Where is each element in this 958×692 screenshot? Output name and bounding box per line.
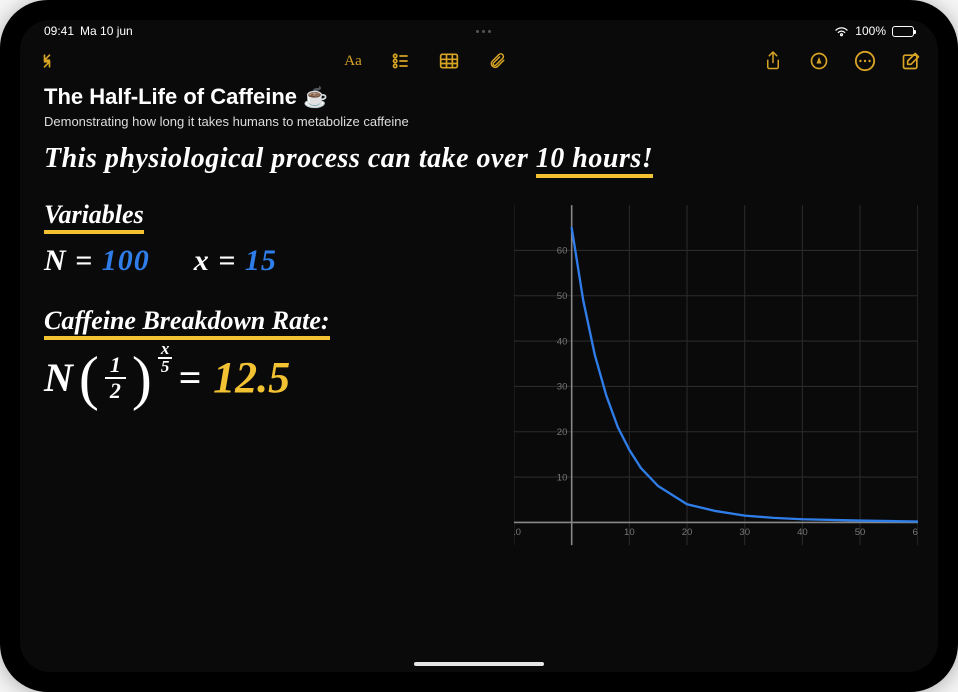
svg-text:40: 40 bbox=[557, 337, 568, 348]
frac-num: 1 bbox=[105, 354, 126, 379]
equals: = bbox=[178, 354, 201, 401]
svg-text:20: 20 bbox=[557, 427, 568, 438]
dot-icon bbox=[476, 30, 479, 33]
variables-label: Variables bbox=[44, 200, 144, 234]
note-title-text: The Half-Life of Caffeine bbox=[44, 84, 297, 110]
variables-row: N = 100 x = 15 bbox=[44, 244, 490, 278]
svg-text:10: 10 bbox=[557, 473, 568, 484]
share-icon[interactable] bbox=[760, 48, 786, 74]
rate-label: Caffeine Breakdown Rate: bbox=[44, 306, 330, 340]
compose-icon[interactable] bbox=[898, 48, 924, 74]
ipad-bezel: 09:41 Ma 10 jun 100% bbox=[10, 10, 948, 682]
headline-prefix: This physiological process can take over bbox=[44, 143, 536, 174]
more-icon[interactable] bbox=[852, 48, 878, 74]
var-n-name: N bbox=[44, 244, 67, 277]
headline-emphasis: 10 hours! bbox=[536, 144, 653, 178]
home-indicator[interactable] bbox=[414, 662, 544, 666]
svg-text:20: 20 bbox=[682, 528, 693, 539]
exp-den: 5 bbox=[161, 359, 170, 375]
svg-text:60: 60 bbox=[557, 246, 568, 257]
note-title: The Half-Life of Caffeine ☕ bbox=[44, 84, 918, 110]
table-icon[interactable] bbox=[436, 48, 462, 74]
formula: N ( 1 2 ) x 5 = 12.5 bbox=[44, 352, 490, 403]
note-subtitle: Demonstrating how long it takes humans t… bbox=[44, 114, 918, 129]
checklist-icon[interactable] bbox=[388, 48, 414, 74]
note-canvas[interactable]: The Half-Life of Caffeine ☕ Demonstratin… bbox=[20, 80, 938, 672]
svg-text:60: 60 bbox=[913, 528, 918, 539]
status-bar: 09:41 Ma 10 jun 100% bbox=[20, 20, 938, 42]
status-date: Ma 10 jun bbox=[80, 24, 133, 38]
svg-text:50: 50 bbox=[557, 291, 568, 302]
multitask-dots[interactable] bbox=[476, 30, 491, 33]
svg-text:10: 10 bbox=[624, 528, 635, 539]
dot-icon bbox=[482, 30, 485, 33]
var-x: x = 15 bbox=[194, 244, 277, 278]
formula-fraction: 1 2 bbox=[105, 354, 126, 402]
screen: 09:41 Ma 10 jun 100% bbox=[20, 20, 938, 672]
status-left: 09:41 Ma 10 jun bbox=[44, 24, 133, 38]
svg-text:30: 30 bbox=[740, 528, 751, 539]
battery-icon bbox=[892, 26, 914, 37]
toolbar: Aa bbox=[20, 42, 938, 80]
var-n-value: 100 bbox=[102, 244, 150, 277]
coffee-emoji-icon: ☕ bbox=[303, 85, 328, 110]
var-x-value: 15 bbox=[245, 244, 277, 277]
formula-var: N bbox=[44, 354, 73, 401]
collapse-sidebar-icon[interactable] bbox=[34, 48, 60, 74]
battery-percent: 100% bbox=[855, 24, 886, 38]
dot-icon bbox=[488, 30, 491, 33]
attachment-icon[interactable] bbox=[484, 48, 510, 74]
text-format-button[interactable]: Aa bbox=[340, 48, 366, 74]
wifi-icon bbox=[834, 26, 849, 37]
paren-close: ) bbox=[132, 363, 152, 393]
formula-exponent: x 5 bbox=[158, 341, 173, 375]
ipad-device-frame: 09:41 Ma 10 jun 100% bbox=[0, 0, 958, 692]
svg-text:30: 30 bbox=[557, 382, 568, 393]
status-time: 09:41 bbox=[44, 24, 74, 38]
svg-text:-10: -10 bbox=[514, 528, 521, 539]
decay-chart[interactable]: -10 10 20 30 40 50 60 10 20 30 40 50 60 bbox=[514, 204, 918, 546]
svg-text:40: 40 bbox=[797, 528, 808, 539]
paren-open: ( bbox=[79, 363, 99, 393]
markup-icon[interactable] bbox=[806, 48, 832, 74]
formula-result: 12.5 bbox=[213, 352, 290, 403]
status-right: 100% bbox=[834, 24, 914, 38]
frac-den: 2 bbox=[110, 379, 121, 402]
var-n: N = 100 bbox=[44, 244, 150, 278]
headline-handwriting: This physiological process can take over… bbox=[44, 143, 918, 178]
svg-text:50: 50 bbox=[855, 528, 866, 539]
var-x-name: x bbox=[194, 244, 210, 277]
